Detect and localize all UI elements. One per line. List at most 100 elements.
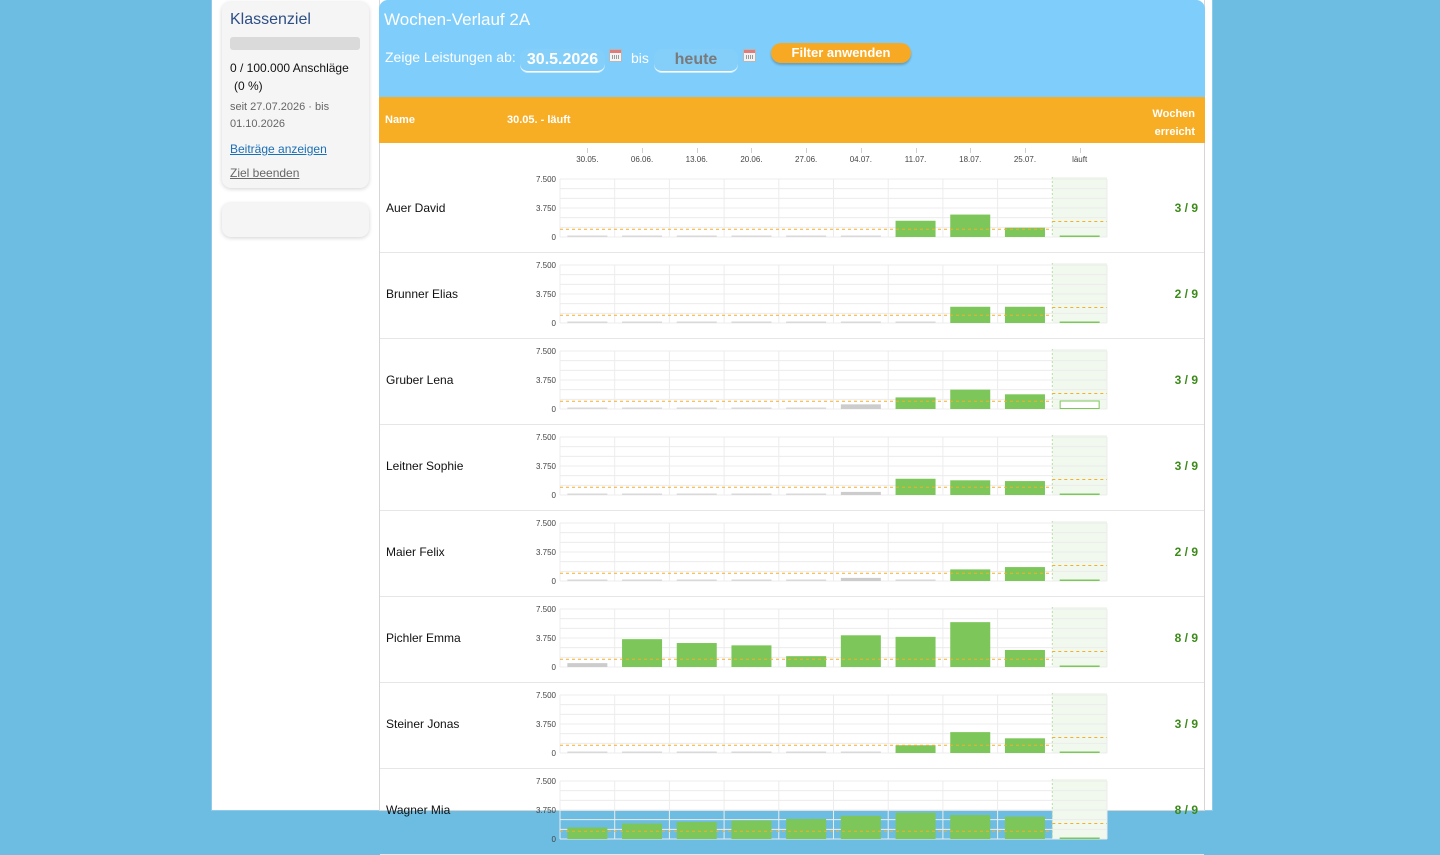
y-tick-label: 3.750 [536,204,557,213]
week-label: läuft [1072,155,1088,164]
student-row[interactable]: Auer David 3 / 9 7.500 3.750 0 [380,167,1204,253]
student-row[interactable]: Maier Felix 2 / 9 7.500 3.750 0 [380,511,1204,597]
bar [567,827,608,839]
student-name: Auer David [386,201,446,215]
bar [895,579,936,581]
y-tick-label: 7.500 [536,433,557,442]
student-name: Leitner Sophie [386,459,464,473]
week-label: 18.07. [959,155,982,164]
student-row[interactable]: Steiner Jonas 3 / 9 7.500 3.750 0 [380,683,1204,769]
week-label: 06.06. [630,155,654,164]
student-name: Pichler Emma [386,631,461,645]
class-goal-card: Klassenziel 0 / 100.000 Anschläge (0 %) … [222,2,369,188]
end-goal-link[interactable]: Ziel beenden [230,166,299,180]
y-tick-label: 0 [552,405,557,414]
weekly-chart: 7.500 3.750 0 [536,261,1108,328]
y-tick-label: 7.500 [536,347,557,356]
weekly-chart: 7.500 3.750 0 [536,691,1108,758]
y-tick-label: 3.750 [536,376,557,385]
week-tick [1024,148,1026,153]
date-from-field[interactable]: 30.5.2026 [520,49,605,72]
student-row[interactable]: Leitner Sophie 3 / 9 7.500 3.750 0 [380,425,1204,511]
bar [567,493,608,495]
bar [567,579,608,581]
y-tick-label: 0 [552,233,557,242]
bar [786,579,827,581]
goal-percent: (0 %) [234,79,263,93]
goal-progress-bar [230,37,360,50]
week-tick [915,148,917,153]
y-tick-label: 3.750 [536,806,557,815]
y-tick-label: 7.500 [536,691,557,700]
bar [1059,321,1100,323]
bar [895,397,936,409]
weeks-achieved: 2 / 9 [1174,287,1198,301]
bar [786,407,827,409]
student-row[interactable]: Pichler Emma 8 / 9 7.500 3.750 0 [380,597,1204,683]
panel-header: Wochen-Verlauf 2A Zeige Leistungen ab: 3… [379,0,1205,97]
table-header: Name 30.05. - läuft Wochen erreicht [379,97,1205,143]
bar [1004,649,1045,667]
weekly-chart: 7.500 3.750 0 [536,347,1108,414]
apply-filter-button[interactable]: Filter anwenden [771,43,911,63]
y-tick-label: 0 [552,319,557,328]
goal-count: 0 / 100.000 Anschläge (0 %) [230,59,366,95]
student-name: Steiner Jonas [386,717,460,731]
bar [676,643,717,667]
current-week-area [1052,693,1107,753]
column-range: 30.05. - läuft [507,114,571,126]
date-to-field[interactable]: heute [654,49,738,72]
weeks-achieved: 3 / 9 [1174,717,1198,731]
bar [786,493,827,495]
week-label: 25.07. [1013,155,1037,164]
bar [1059,400,1100,409]
y-tick-label: 0 [552,835,557,844]
student-name: Gruber Lena [386,373,454,387]
bar [840,404,881,409]
bar [731,579,772,581]
bar [731,820,772,839]
calendar-icon[interactable] [609,49,622,62]
current-week-area [1052,349,1107,409]
student-name: Maier Felix [386,545,445,559]
y-tick-label: 0 [552,749,557,758]
bar [676,321,717,323]
show-contributions-link[interactable]: Beiträge anzeigen [230,142,327,156]
y-tick-label: 0 [552,577,557,586]
goal-title: Klassenziel [230,11,311,28]
bar [895,745,936,753]
bar [1059,493,1100,495]
bar [731,407,772,409]
student-row[interactable]: Wagner Mia 8 / 9 7.500 3.750 0 [380,769,1204,855]
weeks-achieved: 8 / 9 [1174,631,1198,645]
bar [840,635,881,667]
current-week-area [1052,435,1107,495]
bar [950,732,991,753]
goal-count-text: 0 / 100.000 Anschläge [230,61,349,75]
bar [676,493,717,495]
bar [786,235,827,237]
week-tick [970,148,972,153]
calendar-icon[interactable] [743,49,756,62]
bar [895,636,936,667]
bar [731,751,772,753]
week-label: 30.05. [576,155,599,164]
bar [676,821,717,839]
bar [567,235,608,237]
student-row[interactable]: Brunner Elias 2 / 9 7.500 3.750 0 [380,253,1204,339]
bar [1059,579,1100,581]
bar [622,493,663,495]
y-tick-label: 7.500 [536,519,557,528]
current-week-area [1052,521,1107,581]
student-row[interactable]: Gruber Lena 3 / 9 7.500 3.750 0 [380,339,1204,425]
y-tick-label: 0 [552,491,557,500]
week-label: 04.07. [849,155,872,164]
bis-label: bis [631,50,649,66]
bar [622,751,663,753]
bar [1059,837,1100,839]
weekly-chart: 7.500 3.750 0 [536,433,1108,500]
bar [786,751,827,753]
bar [840,491,881,495]
bar [950,815,991,839]
bar [840,577,881,581]
